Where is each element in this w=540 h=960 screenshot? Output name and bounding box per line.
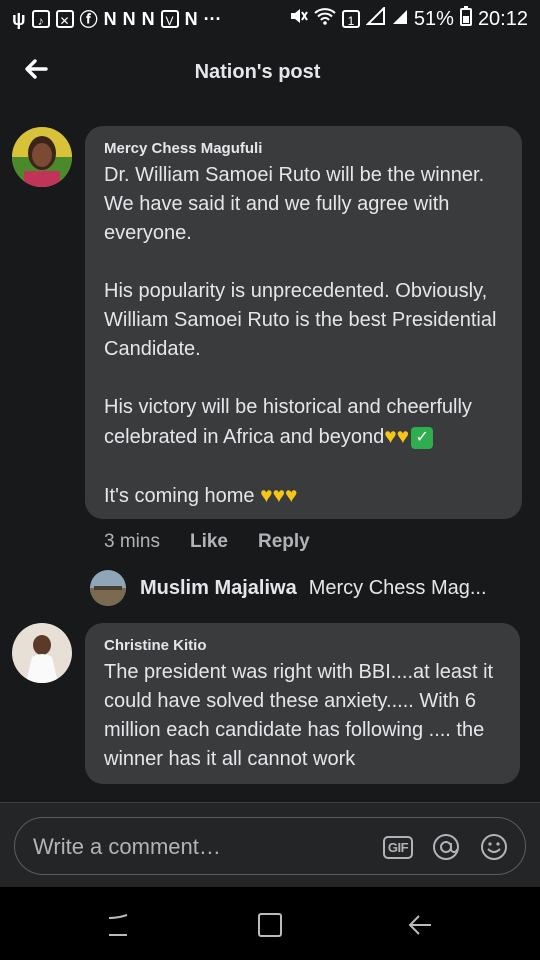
header: Nation's post: [0, 38, 540, 104]
comment-paragraph-text: It's coming home: [104, 485, 261, 507]
comment-paragraph: His popularity is unprecedented. Obvious…: [104, 280, 497, 360]
yellow-heart-icon: ♥: [272, 484, 286, 507]
n-app-icon: N: [184, 8, 198, 29]
more-notifications-icon: ···: [203, 8, 222, 29]
signal-icon: [365, 5, 386, 31]
comment-input[interactable]: [31, 833, 335, 861]
comment-input-container[interactable]: GIF: [14, 817, 526, 875]
at-sign-icon: [433, 834, 459, 860]
comment-text: The president was right with BBI....at l…: [104, 661, 494, 770]
system-nav-bar: [0, 887, 540, 960]
back-nav-button[interactable]: [400, 909, 440, 941]
check-mark-icon: ✓: [411, 426, 434, 449]
n-app-icon: N: [122, 8, 136, 29]
comment-paragraph: It's coming home ♥♥♥: [104, 481, 502, 511]
reply-avatar-image: [90, 570, 126, 606]
avatar-image: [12, 127, 72, 187]
comment-bubble[interactable]: Christine Kitio The president was right …: [85, 623, 520, 784]
page-title: Nation's post: [194, 61, 321, 83]
n-app-icon: N: [141, 8, 155, 29]
battery-icon: [459, 6, 472, 32]
system-icons: 1 51% 20:12: [288, 5, 528, 32]
comment-author[interactable]: Christine Kitio: [104, 637, 501, 654]
wifi-icon: [314, 7, 336, 31]
notification-icons: ψ ♪ ✕ ⓕ N N N V N ···: [12, 6, 222, 32]
comment-paragraph: Dr. William Samoei Ruto will be the winn…: [104, 164, 485, 244]
reply-text: Mercy Chess Mag...: [308, 576, 487, 599]
comment-author[interactable]: Mercy Chess Magufuli: [104, 140, 502, 157]
reply-author[interactable]: Muslim Majaliwa: [140, 577, 297, 600]
mention-button[interactable]: [431, 833, 461, 861]
tiktok-icon: ♪: [31, 10, 50, 28]
status-bar: ψ ♪ ✕ ⓕ N N N V N ··· 1 51% 20:12: [0, 0, 540, 38]
avatar[interactable]: [12, 623, 72, 683]
home-icon: [258, 913, 282, 937]
comment-actions: 3 mins Like Reply: [104, 528, 340, 556]
back-nav-icon: [408, 915, 431, 935]
usb-icon: ψ: [12, 8, 26, 29]
recents-icon: [108, 914, 128, 936]
home-button[interactable]: [250, 909, 290, 941]
mute-icon: [288, 6, 308, 32]
comment-bubble[interactable]: Mercy Chess Magufuli Dr. William Samoei …: [85, 126, 522, 519]
like-button[interactable]: Like: [190, 531, 228, 553]
gif-icon: GIF: [382, 835, 414, 859]
signal-icon-2: [392, 8, 408, 31]
reply-avatar[interactable]: [90, 570, 126, 606]
comment-composer: GIF: [0, 803, 540, 887]
comment-time: 3 mins: [104, 531, 160, 552]
avatar[interactable]: [12, 127, 72, 187]
yellow-heart-icon: ♥: [285, 484, 298, 507]
smiley-icon: [481, 834, 507, 860]
sim-badge: 1: [341, 10, 360, 28]
emoji-button[interactable]: [479, 833, 509, 861]
facebook-icon: ⓕ: [79, 10, 98, 30]
gif-button[interactable]: GIF: [382, 833, 414, 861]
photo-icon: ✕: [55, 10, 74, 28]
battery-percent: 51%: [413, 7, 454, 30]
avatar-image: [12, 623, 72, 683]
comment-paragraph: His victory will be historical and cheer…: [104, 393, 502, 452]
yellow-heart-icon: ♥: [260, 484, 273, 507]
reply-button[interactable]: Reply: [258, 531, 310, 553]
reply-preview[interactable]: Muslim Majaliwa Mercy Chess Mag...: [90, 570, 487, 606]
clock: 20:12: [477, 7, 528, 30]
yellow-heart-icon: ♥: [396, 425, 410, 448]
n-app-icon: N: [103, 8, 117, 29]
comment-text: Dr. William Samoei Ruto will be the winn…: [104, 161, 502, 511]
recents-button[interactable]: [98, 909, 138, 941]
yellow-heart-icon: ♥: [384, 425, 397, 448]
v-app-icon: V: [160, 10, 179, 28]
